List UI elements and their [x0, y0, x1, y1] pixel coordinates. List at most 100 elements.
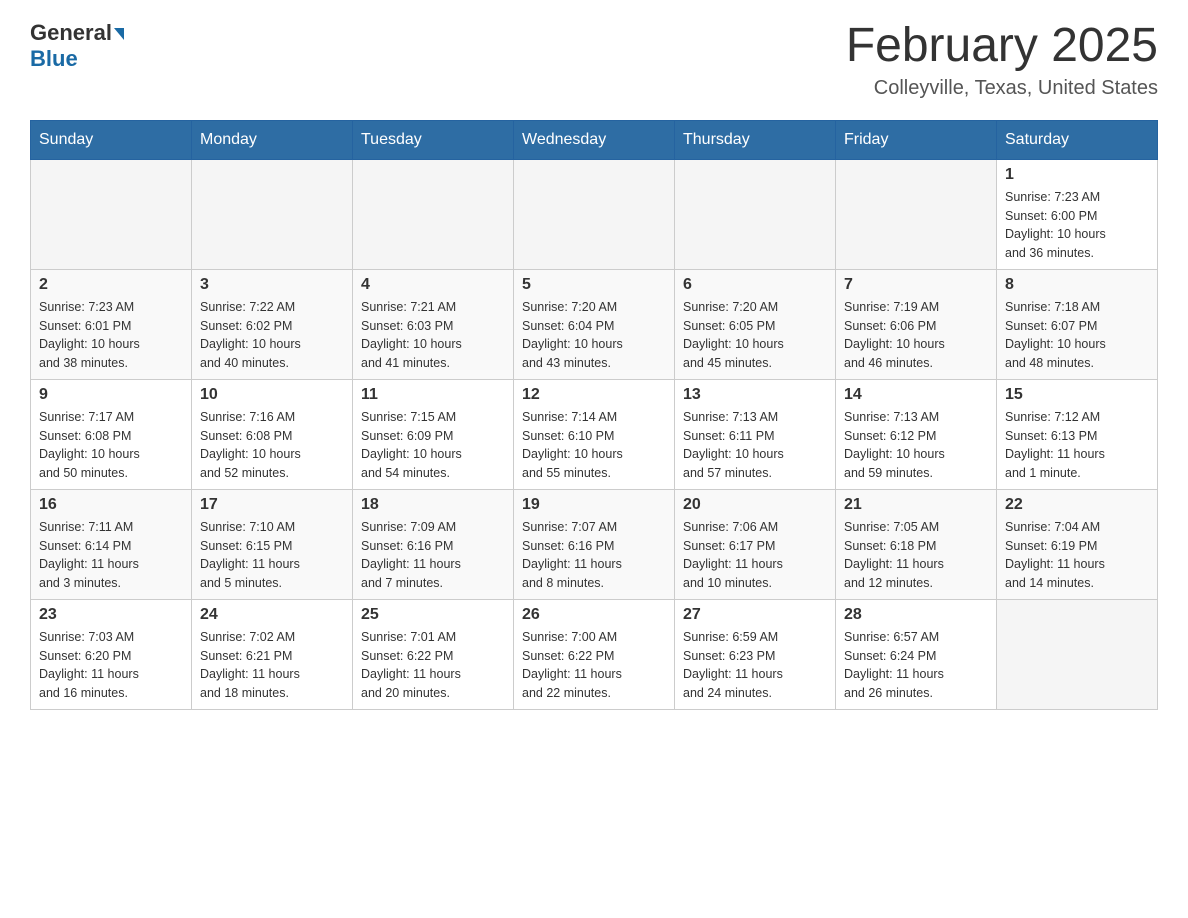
day-info: Sunrise: 7:13 AM Sunset: 6:12 PM Dayligh…	[844, 408, 988, 483]
day-number: 21	[844, 496, 988, 514]
calendar-cell: 12Sunrise: 7:14 AM Sunset: 6:10 PM Dayli…	[514, 379, 675, 489]
day-number: 9	[39, 386, 183, 404]
day-number: 18	[361, 496, 505, 514]
weekday-header-row: SundayMondayTuesdayWednesdayThursdayFrid…	[31, 120, 1158, 159]
calendar-cell: 3 Sunrise: 7:22 AM Sunset: 6:02 PM Daylig…	[192, 269, 353, 379]
calendar-cell: 28 Sunrise: 6:57 AM Sunset: 6:24 PM Dayli…	[836, 599, 997, 709]
day-info: Sunrise: 7:05 AM Sunset: 6:18 PM Dayligh…	[844, 518, 988, 593]
day-number: 2	[39, 276, 183, 294]
day-info: Sunrise: 7:10 AM Sunset: 6:15 PM Dayligh…	[200, 518, 344, 593]
calendar-cell: 1 Sunrise: 7:23 AM Sunset: 6:00 PM Daylig…	[997, 159, 1158, 269]
calendar-cell: 9 Sunrise: 7:17 AM Sunset: 6:08 PM Daylig…	[31, 379, 192, 489]
title-section: February 2025 Colleyville, Texas, United…	[846, 20, 1158, 100]
day-info: Sunrise: 6:59 AM Sunset: 6:23 PM Dayligh…	[683, 628, 827, 703]
day-number: 20	[683, 496, 827, 514]
calendar-cell: 17 Sunrise: 7:10 AM Sunset: 6:15 PM Dayli…	[192, 489, 353, 599]
calendar-cell: 20 Sunrise: 7:06 AM Sunset: 6:17 PM Dayli…	[675, 489, 836, 599]
day-number: 28	[844, 606, 988, 624]
day-info: Sunrise: 7:23 AM Sunset: 6:00 PM Dayligh…	[1005, 188, 1149, 263]
calendar-table: SundayMondayTuesdayWednesdayThursdayFrid…	[30, 120, 1158, 710]
calendar-cell: 15 Sunrise: 7:12 AM Sunset: 6:13 PM Dayli…	[997, 379, 1158, 489]
day-number: 5	[522, 276, 666, 294]
day-number: 7	[844, 276, 988, 294]
day-info: Sunrise: 7:20 AM Sunset: 6:04 PM Dayligh…	[522, 298, 666, 373]
weekday-header-friday: Friday	[836, 120, 997, 159]
page-header: General Blue February 2025 Colleyville, …	[30, 20, 1158, 100]
calendar-cell: 11 Sunrise: 7:15 AM Sunset: 6:09 PM Dayli…	[353, 379, 514, 489]
weekday-header-wednesday: Wednesday	[514, 120, 675, 159]
day-number: 8	[1005, 276, 1149, 294]
calendar-cell	[31, 159, 192, 269]
calendar-cell	[836, 159, 997, 269]
day-number: 6	[683, 276, 827, 294]
calendar-cell: 7 Sunrise: 7:19 AM Sunset: 6:06 PM Daylig…	[836, 269, 997, 379]
calendar-cell	[675, 159, 836, 269]
day-number: 14	[844, 386, 988, 404]
calendar-cell	[514, 159, 675, 269]
weekday-header-sunday: Sunday	[31, 120, 192, 159]
calendar-cell: 16 Sunrise: 7:11 AM Sunset: 6:14 PM Dayli…	[31, 489, 192, 599]
calendar-cell	[353, 159, 514, 269]
calendar-cell: 19 Sunrise: 7:07 AM Sunset: 6:16 PM Dayli…	[514, 489, 675, 599]
day-number: 17	[200, 496, 344, 514]
day-info: Sunrise: 7:03 AM Sunset: 6:20 PM Dayligh…	[39, 628, 183, 703]
calendar-cell: 6Sunrise: 7:20 AM Sunset: 6:05 PM Daylig…	[675, 269, 836, 379]
day-info: Sunrise: 7:02 AM Sunset: 6:21 PM Dayligh…	[200, 628, 344, 703]
day-number: 27	[683, 606, 827, 624]
day-info: Sunrise: 7:19 AM Sunset: 6:06 PM Dayligh…	[844, 298, 988, 373]
calendar-cell: 27 Sunrise: 6:59 AM Sunset: 6:23 PM Dayli…	[675, 599, 836, 709]
calendar-cell: 18 Sunrise: 7:09 AM Sunset: 6:16 PM Dayli…	[353, 489, 514, 599]
week-row-2: 2 Sunrise: 7:23 AM Sunset: 6:01 PM Daylig…	[31, 269, 1158, 379]
day-number: 13	[683, 386, 827, 404]
week-row-3: 9 Sunrise: 7:17 AM Sunset: 6:08 PM Daylig…	[31, 379, 1158, 489]
calendar-cell: 4 Sunrise: 7:21 AM Sunset: 6:03 PM Daylig…	[353, 269, 514, 379]
day-number: 22	[1005, 496, 1149, 514]
day-number: 24	[200, 606, 344, 624]
week-row-5: 23 Sunrise: 7:03 AM Sunset: 6:20 PM Dayli…	[31, 599, 1158, 709]
day-info: Sunrise: 7:06 AM Sunset: 6:17 PM Dayligh…	[683, 518, 827, 593]
day-number: 1	[1005, 166, 1149, 184]
day-info: Sunrise: 7:21 AM Sunset: 6:03 PM Dayligh…	[361, 298, 505, 373]
day-number: 12	[522, 386, 666, 404]
day-number: 25	[361, 606, 505, 624]
day-number: 19	[522, 496, 666, 514]
calendar-cell: 24 Sunrise: 7:02 AM Sunset: 6:21 PM Dayli…	[192, 599, 353, 709]
calendar-cell	[192, 159, 353, 269]
day-number: 23	[39, 606, 183, 624]
day-info: Sunrise: 7:18 AM Sunset: 6:07 PM Dayligh…	[1005, 298, 1149, 373]
day-info: Sunrise: 7:12 AM Sunset: 6:13 PM Dayligh…	[1005, 408, 1149, 483]
week-row-1: 1 Sunrise: 7:23 AM Sunset: 6:00 PM Daylig…	[31, 159, 1158, 269]
day-number: 15	[1005, 386, 1149, 404]
calendar-cell: 5 Sunrise: 7:20 AM Sunset: 6:04 PM Daylig…	[514, 269, 675, 379]
day-info: Sunrise: 7:22 AM Sunset: 6:02 PM Dayligh…	[200, 298, 344, 373]
day-info: Sunrise: 6:57 AM Sunset: 6:24 PM Dayligh…	[844, 628, 988, 703]
logo: General Blue	[30, 20, 124, 72]
calendar-cell: 25Sunrise: 7:01 AM Sunset: 6:22 PM Dayli…	[353, 599, 514, 709]
day-info: Sunrise: 7:16 AM Sunset: 6:08 PM Dayligh…	[200, 408, 344, 483]
weekday-header-monday: Monday	[192, 120, 353, 159]
calendar-cell: 23 Sunrise: 7:03 AM Sunset: 6:20 PM Dayli…	[31, 599, 192, 709]
logo-general-text: General	[30, 20, 112, 46]
logo-blue-text: Blue	[30, 46, 78, 72]
day-number: 26	[522, 606, 666, 624]
day-number: 16	[39, 496, 183, 514]
calendar-subtitle: Colleyville, Texas, United States	[846, 77, 1158, 100]
day-info: Sunrise: 7:13 AM Sunset: 6:11 PM Dayligh…	[683, 408, 827, 483]
day-number: 3	[200, 276, 344, 294]
calendar-cell: 21 Sunrise: 7:05 AM Sunset: 6:18 PM Dayli…	[836, 489, 997, 599]
day-info: Sunrise: 7:09 AM Sunset: 6:16 PM Dayligh…	[361, 518, 505, 593]
calendar-cell: 22 Sunrise: 7:04 AM Sunset: 6:19 PM Dayli…	[997, 489, 1158, 599]
day-number: 4	[361, 276, 505, 294]
day-info: Sunrise: 7:07 AM Sunset: 6:16 PM Dayligh…	[522, 518, 666, 593]
day-info: Sunrise: 7:04 AM Sunset: 6:19 PM Dayligh…	[1005, 518, 1149, 593]
calendar-cell: 14 Sunrise: 7:13 AM Sunset: 6:12 PM Dayli…	[836, 379, 997, 489]
day-info: Sunrise: 7:23 AM Sunset: 6:01 PM Dayligh…	[39, 298, 183, 373]
weekday-header-thursday: Thursday	[675, 120, 836, 159]
day-info: Sunrise: 7:11 AM Sunset: 6:14 PM Dayligh…	[39, 518, 183, 593]
calendar-cell: 13 Sunrise: 7:13 AM Sunset: 6:11 PM Dayli…	[675, 379, 836, 489]
day-info: Sunrise: 7:15 AM Sunset: 6:09 PM Dayligh…	[361, 408, 505, 483]
weekday-header-saturday: Saturday	[997, 120, 1158, 159]
day-info: Sunrise: 7:17 AM Sunset: 6:08 PM Dayligh…	[39, 408, 183, 483]
calendar-cell: 8 Sunrise: 7:18 AM Sunset: 6:07 PM Daylig…	[997, 269, 1158, 379]
day-number: 11	[361, 386, 505, 404]
